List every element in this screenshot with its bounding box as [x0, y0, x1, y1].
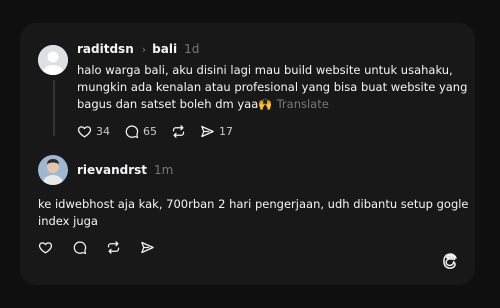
reply-text: ke idwebhost aja kak, 700rban 2 hari pen… [38, 196, 469, 230]
repost-icon [172, 125, 185, 138]
like-button[interactable] [38, 240, 53, 255]
reply-text-line: index juga [38, 214, 98, 228]
post-topic[interactable]: bali [152, 42, 177, 56]
post-text-line: halo warga bali, aku disini lagi mau bui… [77, 63, 453, 77]
send-icon [201, 125, 214, 138]
post-actions: 34 65 17 [77, 124, 247, 139]
send-icon [141, 241, 154, 254]
comment-count: 65 [143, 125, 157, 138]
chevron-right-icon: › [141, 42, 147, 56]
like-count: 34 [96, 125, 110, 138]
repost-icon [107, 241, 120, 254]
avatar[interactable] [38, 45, 68, 75]
reply-text-line: ke idwebhost aja kak, 700rban 2 hari pen… [38, 197, 469, 211]
reply-header: rievandrst 1m [77, 163, 173, 177]
heart-icon [38, 242, 53, 254]
repost-button[interactable] [106, 240, 121, 255]
like-button[interactable]: 34 [77, 124, 110, 139]
comment-icon [73, 241, 87, 255]
reply-username[interactable]: rievandrst [77, 163, 147, 177]
post-text-line: bagus dan satset boleh dm yaa🙌 [77, 97, 273, 111]
share-button[interactable] [140, 240, 155, 255]
heart-icon [77, 126, 92, 138]
translate-link[interactable]: Translate [277, 97, 329, 111]
comment-icon [125, 125, 139, 139]
comment-button[interactable] [72, 240, 87, 255]
post-text-line: mungkin ada kenalan atau profesional yan… [77, 80, 468, 94]
reply-time: 1m [154, 163, 174, 177]
reply-actions [38, 240, 169, 255]
post-time: 1d [184, 42, 200, 56]
profile-photo-icon [38, 155, 68, 185]
thread-line [53, 80, 55, 136]
post-username[interactable]: raditdsn [77, 42, 134, 56]
avatar[interactable] [38, 155, 68, 185]
default-avatar-icon [38, 45, 68, 75]
post-text: halo warga bali, aku disini lagi mau bui… [77, 62, 467, 113]
comment-button[interactable]: 65 [124, 124, 157, 139]
repost-button[interactable] [171, 124, 186, 139]
threads-logo-icon[interactable] [440, 250, 460, 270]
share-count: 17 [219, 125, 233, 138]
post-header: raditdsn › bali 1d [77, 42, 199, 56]
share-button[interactable]: 17 [200, 124, 233, 139]
